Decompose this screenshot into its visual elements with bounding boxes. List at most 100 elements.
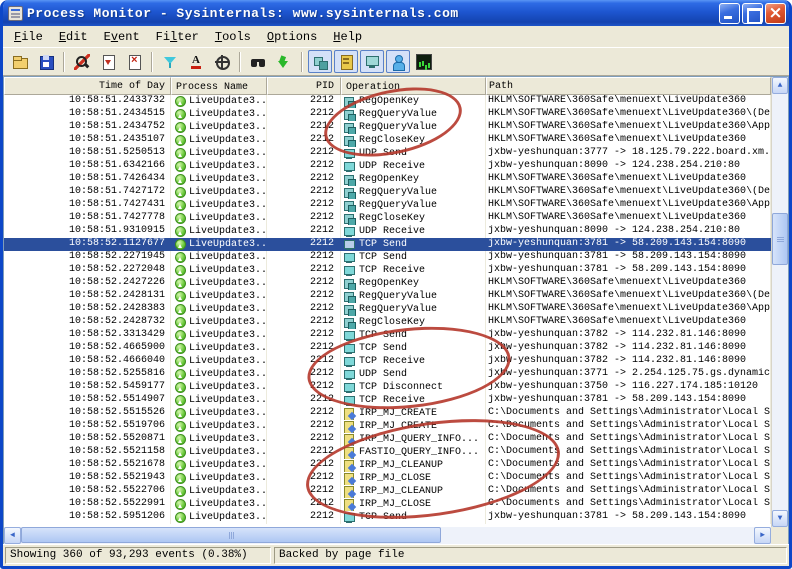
table-row[interactable]: 10:58:51.7427172LiveUpdate3...2212RegQue… <box>4 186 771 199</box>
event-time: 10:58:52.5515526 <box>4 407 171 420</box>
table-row[interactable]: 10:58:52.5951206LiveUpdate3...2212TCP Se… <box>4 511 771 524</box>
process-name: LiveUpdate3... <box>189 109 267 121</box>
show-filesystem-button[interactable] <box>334 50 358 73</box>
table-row[interactable]: 10:58:52.5459177LiveUpdate3...2212TCP Di… <box>4 381 771 394</box>
table-row[interactable]: 10:58:52.2428131LiveUpdate3...2212RegQue… <box>4 290 771 303</box>
file-operation-icon <box>343 434 356 446</box>
net-operation-icon <box>343 330 356 342</box>
table-row[interactable]: 10:58:52.5515526LiveUpdate3...2212IRP_MJ… <box>4 407 771 420</box>
process-cell: LiveUpdate3... <box>171 433 267 446</box>
table-row[interactable]: 10:58:52.5519706LiveUpdate3...2212IRP_MJ… <box>4 420 771 433</box>
process-icon <box>175 278 186 289</box>
find-button[interactable] <box>246 50 270 73</box>
table-row[interactable]: 10:58:51.7427778LiveUpdate3...2212RegClo… <box>4 212 771 225</box>
process-name: LiveUpdate3... <box>189 265 267 277</box>
process-name: LiveUpdate3... <box>189 187 267 199</box>
table-row[interactable]: 10:58:52.2271945LiveUpdate3...2212TCP Se… <box>4 251 771 264</box>
process-name: LiveUpdate3... <box>189 460 267 472</box>
event-time: 10:58:52.4665900 <box>4 342 171 355</box>
horizontal-scrollbar[interactable]: ◄ ► <box>4 527 771 544</box>
show-filesystem-icon <box>338 54 354 70</box>
table-row[interactable]: 10:58:52.5522706LiveUpdate3...2212IRP_MJ… <box>4 485 771 498</box>
file-operation-icon <box>343 408 356 420</box>
table-row[interactable]: 10:58:52.4665900LiveUpdate3...2212TCP Se… <box>4 342 771 355</box>
event-pid: 2212 <box>267 225 341 238</box>
autoscroll-button[interactable] <box>96 50 120 73</box>
vertical-scroll-thumb[interactable] <box>772 213 788 265</box>
menu-help[interactable]: Help <box>325 28 370 46</box>
table-row[interactable]: 10:58:52.1127677LiveUpdate3...2212TCP Se… <box>4 238 771 251</box>
table-row[interactable]: 10:58:51.6342166LiveUpdate3...2212UDP Re… <box>4 160 771 173</box>
process-name: LiveUpdate3... <box>189 96 267 108</box>
table-row[interactable]: 10:58:51.2435107LiveUpdate3...2212RegClo… <box>4 134 771 147</box>
operation-name: RegOpenKey <box>359 278 419 290</box>
scroll-up-button[interactable]: ▲ <box>772 77 788 94</box>
operation-cell: TCP Send <box>341 329 486 342</box>
show-network-button[interactable] <box>360 50 384 73</box>
table-row[interactable]: 10:58:51.2434752LiveUpdate3...2212RegQue… <box>4 121 771 134</box>
table-row[interactable]: 10:58:52.5521678LiveUpdate3...2212IRP_MJ… <box>4 459 771 472</box>
vertical-scrollbar[interactable]: ▲ ▼ <box>771 77 788 527</box>
menu-edit[interactable]: Edit <box>51 28 96 46</box>
scroll-right-button[interactable]: ► <box>754 527 771 544</box>
column-header-proc[interactable]: Process Name <box>171 77 267 95</box>
column-header-op[interactable]: Operation <box>341 77 486 95</box>
save-button[interactable] <box>34 50 58 73</box>
maximize-button[interactable] <box>742 3 763 24</box>
event-time: 10:58:52.5521158 <box>4 446 171 459</box>
horizontal-scroll-track[interactable] <box>21 527 754 544</box>
net-operation-icon <box>343 395 356 407</box>
open-log-button[interactable] <box>8 50 32 73</box>
table-row[interactable]: 10:58:52.3313429LiveUpdate3...2212TCP Se… <box>4 329 771 342</box>
table-row[interactable]: 10:58:51.2433732LiveUpdate3...2212RegOpe… <box>4 95 771 108</box>
include-process-button[interactable] <box>210 50 234 73</box>
table-row[interactable]: 10:58:52.2272048LiveUpdate3...2212TCP Re… <box>4 264 771 277</box>
menu-tools[interactable]: Tools <box>207 28 259 46</box>
column-header-time[interactable]: Time of Day <box>4 77 171 95</box>
reg-operation-icon <box>343 317 356 329</box>
table-row[interactable]: 10:58:52.5521158LiveUpdate3...2212FASTIO… <box>4 446 771 459</box>
menu-filter[interactable]: Filter <box>148 28 207 46</box>
table-row[interactable]: 10:58:52.5520871LiveUpdate3...2212IRP_MJ… <box>4 433 771 446</box>
table-row[interactable]: 10:58:51.9310915LiveUpdate3...2212UDP Re… <box>4 225 771 238</box>
menu-file[interactable]: File <box>6 28 51 46</box>
clear-display-button[interactable] <box>122 50 146 73</box>
table-row[interactable]: 10:58:52.5522991LiveUpdate3...2212IRP_MJ… <box>4 498 771 511</box>
operation-cell: RegCloseKey <box>341 212 486 225</box>
table-row[interactable]: 10:58:52.5514907LiveUpdate3...2212TCP Re… <box>4 394 771 407</box>
table-row[interactable]: 10:58:52.5521943LiveUpdate3...2212IRP_MJ… <box>4 472 771 485</box>
jump-to-button[interactable] <box>272 50 296 73</box>
menu-options[interactable]: Options <box>259 28 325 46</box>
horizontal-scroll-thumb[interactable] <box>21 527 441 543</box>
table-row[interactable]: 10:58:51.5250513LiveUpdate3...2212UDP Se… <box>4 147 771 160</box>
table-row[interactable]: 10:58:52.2428732LiveUpdate3...2212RegClo… <box>4 316 771 329</box>
operation-cell: IRP_MJ_CLOSE <box>341 472 486 485</box>
net-operation-icon <box>343 226 356 238</box>
filter-button[interactable] <box>158 50 182 73</box>
show-process-thread-button[interactable] <box>386 50 410 73</box>
capture-button[interactable] <box>70 50 94 73</box>
scroll-down-button[interactable]: ▼ <box>772 510 788 527</box>
menu-event[interactable]: Event <box>96 28 148 46</box>
table-row[interactable]: 10:58:52.2427226LiveUpdate3...2212RegOpe… <box>4 277 771 290</box>
column-header-pid[interactable]: PID <box>267 77 341 95</box>
table-row[interactable]: 10:58:51.2434515LiveUpdate3...2212RegQue… <box>4 108 771 121</box>
title-bar[interactable]: Process Monitor - Sysinternals: www.sysi… <box>3 0 789 26</box>
event-time: 10:58:52.5951206 <box>4 511 171 524</box>
operation-cell: UDP Receive <box>341 225 486 238</box>
show-registry-button[interactable] <box>308 50 332 73</box>
file-operation-icon <box>343 421 356 433</box>
close-button[interactable] <box>765 3 786 24</box>
table-row[interactable]: 10:58:52.5255816LiveUpdate3...2212UDP Se… <box>4 368 771 381</box>
column-header-path[interactable]: Path <box>486 77 771 95</box>
table-row[interactable]: 10:58:52.2428383LiveUpdate3...2212RegQue… <box>4 303 771 316</box>
table-row[interactable]: 10:58:51.7426434LiveUpdate3...2212RegOpe… <box>4 173 771 186</box>
table-row[interactable]: 10:58:51.7427431LiveUpdate3...2212RegQue… <box>4 199 771 212</box>
highlight-button[interactable] <box>184 50 208 73</box>
vertical-scroll-track[interactable] <box>772 94 788 510</box>
scroll-left-button[interactable]: ◄ <box>4 527 21 544</box>
table-row[interactable]: 10:58:52.4666040LiveUpdate3...2212TCP Re… <box>4 355 771 368</box>
process-name: LiveUpdate3... <box>189 291 267 303</box>
minimize-button[interactable] <box>719 3 740 24</box>
show-profiling-button[interactable] <box>412 50 436 73</box>
